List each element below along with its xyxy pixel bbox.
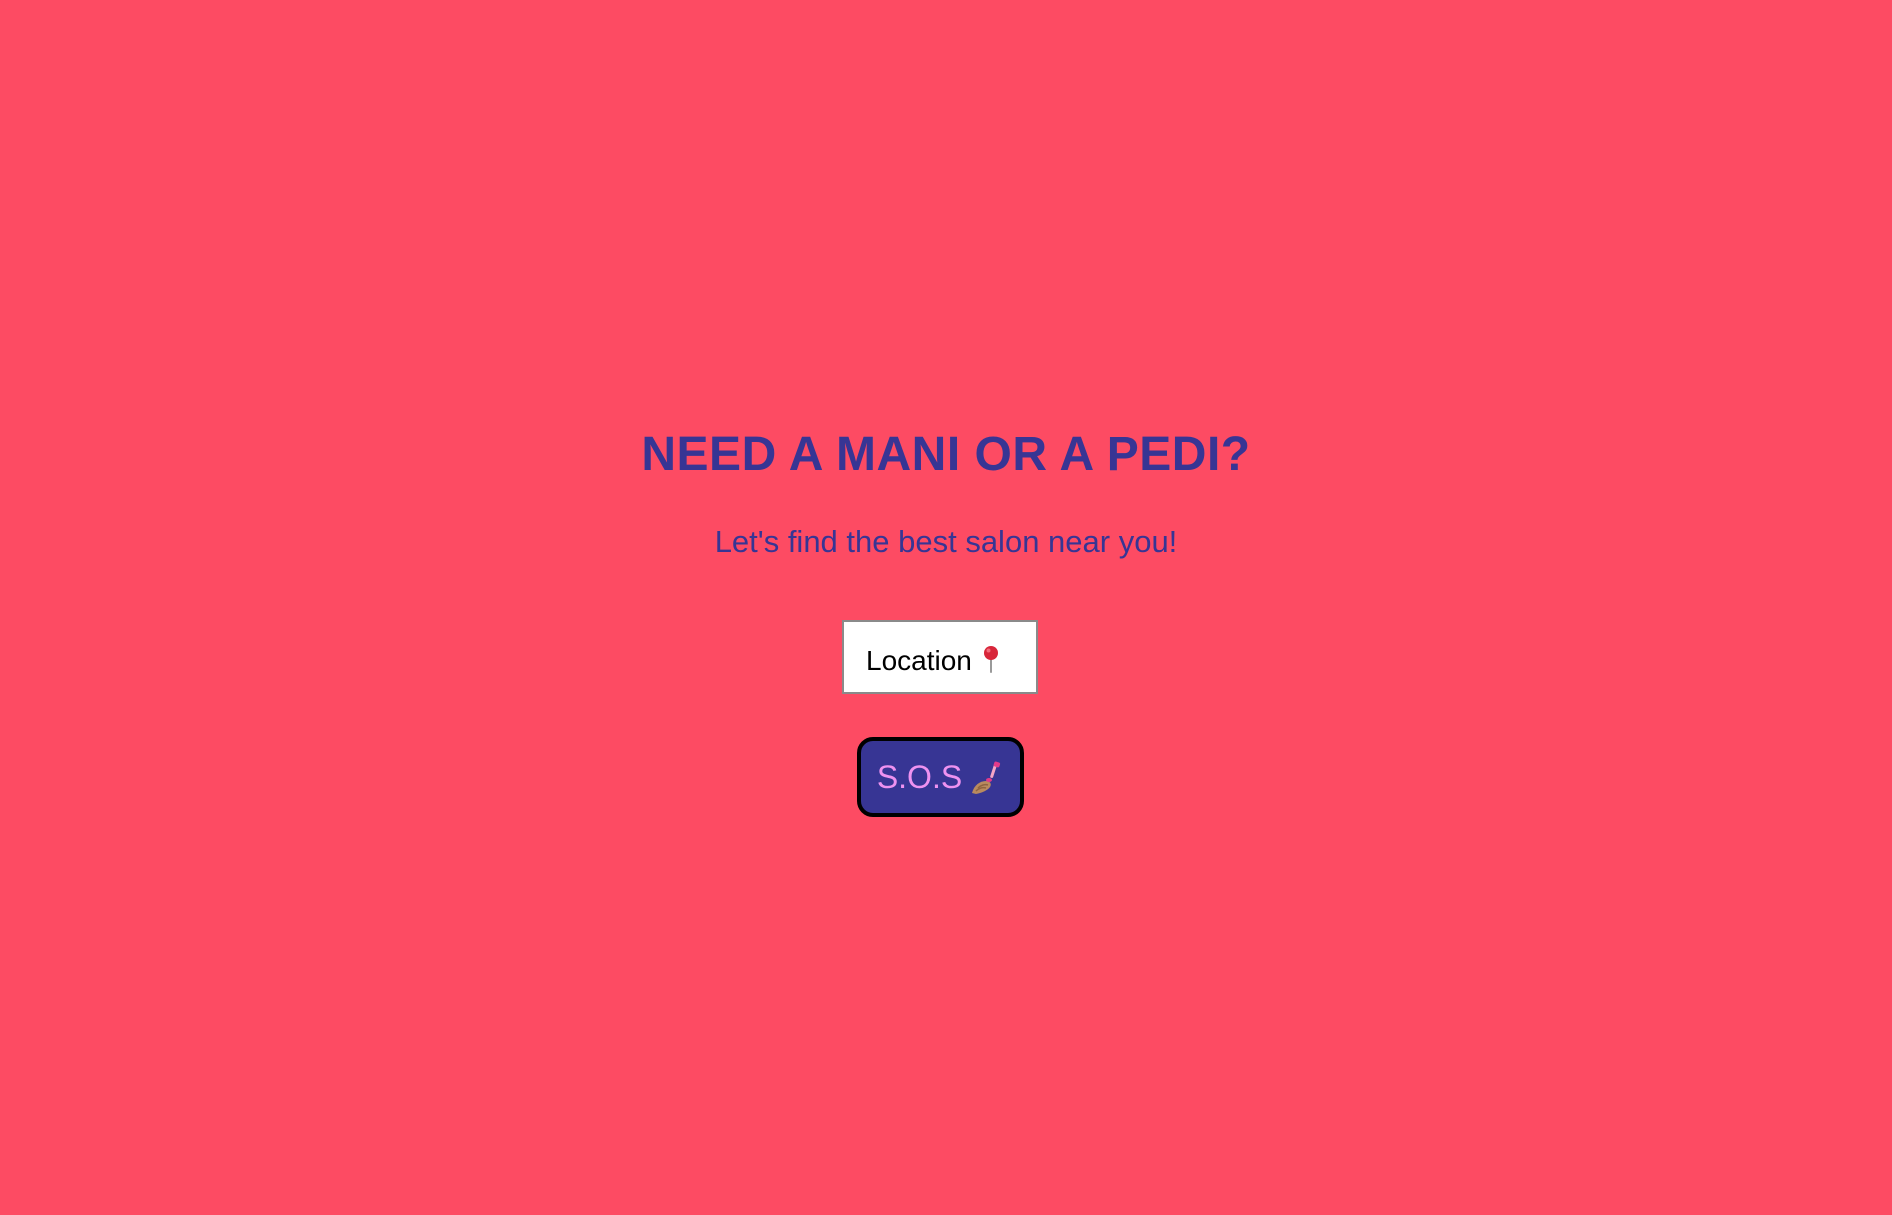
- hero-section: NEED A MANI OR A PEDI? Let's find the be…: [0, 0, 1892, 1215]
- sos-button[interactable]: S.O.S: [857, 737, 1024, 817]
- page-subtitle: Let's find the best salon near you!: [714, 524, 1178, 559]
- location-label: Location: [866, 645, 972, 676]
- page-title: NEED A MANI OR A PEDI?: [641, 428, 1251, 481]
- sos-button-label: S.O.S: [876, 758, 963, 795]
- pushpin-icon: [982, 645, 1000, 673]
- nail-polish-icon: [968, 761, 1004, 797]
- location-button[interactable]: Location: [842, 620, 1038, 694]
